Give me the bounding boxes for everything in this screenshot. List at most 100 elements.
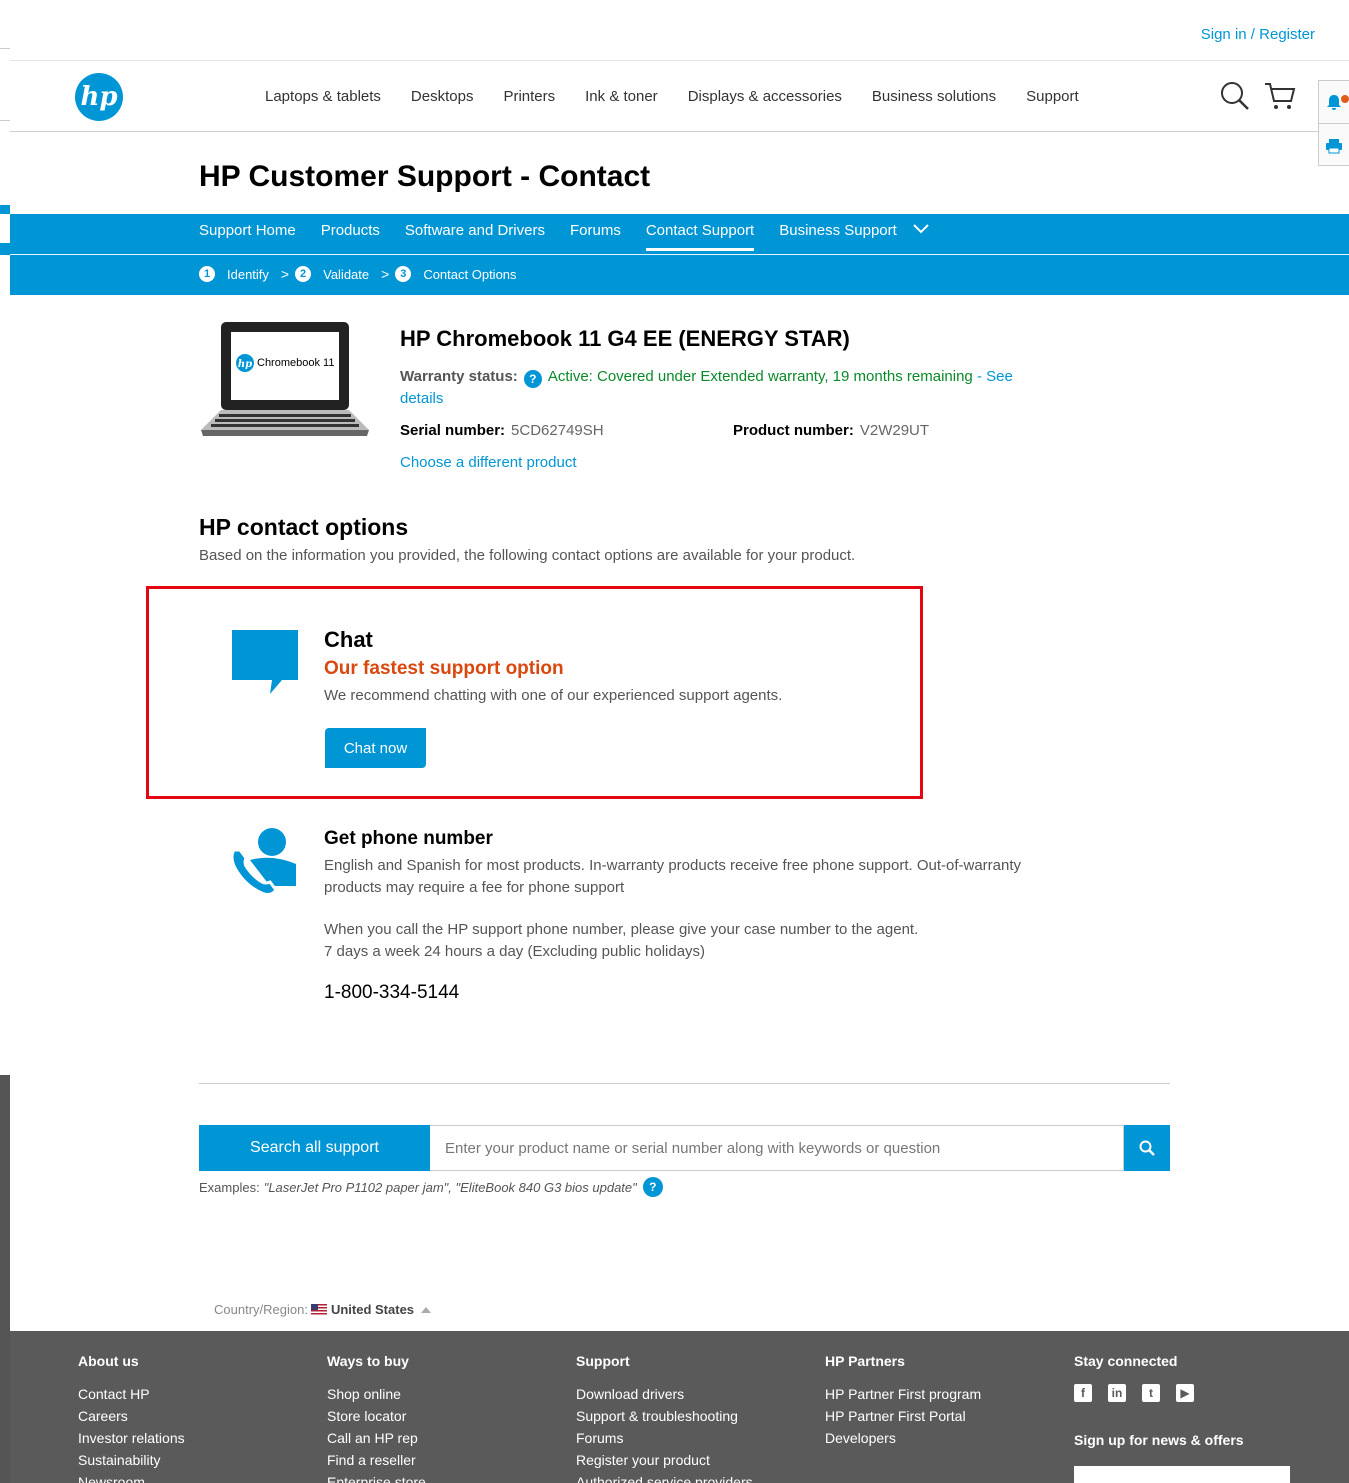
tab-contact-support[interactable]: Contact Support <box>645 222 755 251</box>
warranty-label: Warranty status: <box>400 368 518 385</box>
nav-business-solutions[interactable]: Business solutions <box>872 88 996 105</box>
register-link[interactable]: Register <box>1259 26 1315 43</box>
footer-col-title: Support <box>576 1353 630 1369</box>
chat-tagline: Our fastest support option <box>324 658 564 679</box>
chevron-right-icon: > <box>381 266 390 282</box>
left-edge-mark <box>0 120 10 121</box>
product-image: hp Chromebook 11 <box>199 320 371 438</box>
footer-col-support: Support Download drivers Support & troub… <box>576 1353 753 1483</box>
step-identify[interactable]: Identify <box>227 267 269 282</box>
footer-link[interactable]: Investor relations <box>78 1430 185 1446</box>
phone-call-line-2: 7 days a week 24 hours a day (Excluding … <box>324 943 706 960</box>
choose-different-product-link[interactable]: Choose a different product <box>400 454 577 471</box>
hp-logo[interactable]: hp <box>75 73 123 121</box>
main-nav: Laptops & tablets Desktops Printers Ink … <box>265 88 1079 105</box>
footer-link[interactable]: Enterprise store <box>327 1474 426 1483</box>
help-icon[interactable]: ? <box>642 1177 663 1197</box>
twitter-icon[interactable]: t <box>1142 1384 1160 1402</box>
sign-in-link[interactable]: Sign in <box>1201 26 1247 43</box>
help-icon[interactable]: ? <box>523 370 542 388</box>
header-icons <box>1220 81 1296 116</box>
chevron-right-icon: > <box>280 266 290 282</box>
chevron-down-icon <box>913 224 929 234</box>
footer-col-title: About us <box>78 1353 139 1369</box>
footer-link[interactable]: Register your product <box>576 1452 753 1468</box>
social-links: f in t ▶ <box>1074 1384 1290 1402</box>
country-selector[interactable]: Country/Region: United States <box>214 1302 432 1317</box>
notification-bell-icon[interactable] <box>1319 81 1349 124</box>
footer-col-stay-connected: Stay connected f in t ▶ Sign up for news… <box>1074 1353 1290 1483</box>
auth-links: Sign in / Register <box>1201 26 1315 43</box>
footer-link[interactable]: Forums <box>576 1430 753 1446</box>
youtube-icon[interactable]: ▶ <box>1176 1384 1194 1402</box>
tab-business-support[interactable]: Business Support <box>779 222 929 251</box>
footer-link[interactable]: Contact HP <box>78 1386 185 1402</box>
tab-forums[interactable]: Forums <box>570 222 621 251</box>
progress-steps: 1 Identify > 2 Validate > 3 Contact Opti… <box>199 266 523 282</box>
footer-link[interactable]: Call an HP rep <box>327 1430 426 1446</box>
left-edge-mark <box>0 205 10 214</box>
nav-ink-toner[interactable]: Ink & toner <box>585 88 658 105</box>
signup-label: Sign up for news & offers <box>1074 1432 1244 1448</box>
phone-call-line-1: When you call the HP support phone numbe… <box>324 921 919 938</box>
examples-text: "LaserJet Pro P1102 paper jam", "EliteBo… <box>263 1179 637 1195</box>
nav-desktops[interactable]: Desktops <box>411 88 474 105</box>
search-icon[interactable] <box>1220 81 1250 116</box>
country-label: Country/Region: <box>214 1302 308 1317</box>
caret-up-icon <box>421 1306 432 1313</box>
search-icon <box>1139 1140 1155 1156</box>
support-subnav: Support Home Products Software and Drive… <box>10 214 1349 295</box>
footer-link[interactable]: Store locator <box>327 1408 426 1424</box>
footer-link[interactable]: Developers <box>825 1430 981 1446</box>
cart-icon[interactable] <box>1264 81 1296 116</box>
main-header: hp Laptops & tablets Desktops Printers I… <box>10 60 1349 132</box>
product-number-value: V2W29UT <box>859 422 930 439</box>
notification-badge <box>1341 95 1349 103</box>
step-validate[interactable]: Validate <box>323 267 369 282</box>
footer-col-ways-to-buy: Ways to buy Shop online Store locator Ca… <box>327 1353 426 1483</box>
footer-link[interactable]: Download drivers <box>576 1386 753 1402</box>
phone-number: 1-800-334-5144 <box>324 982 460 1003</box>
phone-agent-icon <box>230 826 300 903</box>
auth-separator: / <box>1246 26 1260 43</box>
search-submit-button[interactable] <box>1124 1125 1170 1171</box>
chat-title: Chat <box>324 627 373 652</box>
linkedin-icon[interactable]: in <box>1108 1384 1126 1402</box>
search-all-support-label: Search all support <box>199 1125 430 1171</box>
serial-value: 5CD62749SH <box>511 422 604 439</box>
tab-software-drivers[interactable]: Software and Drivers <box>405 222 545 251</box>
product-name: HP Chromebook 11 G4 EE (ENERGY STAR) <box>400 326 850 351</box>
footer-link[interactable]: HP Partner First Portal <box>825 1408 981 1424</box>
signup-email-input[interactable] <box>1074 1466 1290 1483</box>
footer-link[interactable]: Support & troubleshooting <box>576 1408 753 1424</box>
product-summary: hp Chromebook 11 HP Chromebook 11 G4 EE … <box>199 320 1079 480</box>
footer-link[interactable]: Newsroom <box>78 1474 185 1483</box>
serial-number: Serial number: 5CD62749SH <box>400 422 733 439</box>
printer-icon[interactable] <box>1319 124 1349 167</box>
side-widget <box>1318 80 1349 166</box>
left-edge-strip <box>0 1075 10 1483</box>
facebook-icon[interactable]: f <box>1074 1384 1092 1402</box>
nav-support[interactable]: Support <box>1026 88 1079 105</box>
footer-link[interactable]: Find a reseller <box>327 1452 426 1468</box>
tab-products[interactable]: Products <box>321 222 380 251</box>
support-search-input[interactable] <box>430 1125 1124 1171</box>
contact-options-subtitle: Based on the information you provided, t… <box>199 547 856 564</box>
chat-now-button[interactable]: Chat now <box>325 728 426 768</box>
footer-link[interactable]: Careers <box>78 1408 185 1424</box>
subnav-divider <box>10 254 1349 255</box>
footer-link[interactable]: Authorized service providers <box>576 1474 753 1483</box>
nav-laptops-tablets[interactable]: Laptops & tablets <box>265 88 381 105</box>
footer-link[interactable]: Sustainability <box>78 1452 185 1468</box>
footer-col-partners: HP Partners HP Partner First program HP … <box>825 1353 981 1452</box>
footer-link[interactable]: HP Partner First program <box>825 1386 981 1402</box>
nav-displays-accessories[interactable]: Displays & accessories <box>688 88 842 105</box>
search-examples: Examples: "LaserJet Pro P1102 paper jam"… <box>199 1177 669 1197</box>
warranty-value: Active: Covered under Extended warranty,… <box>547 368 973 385</box>
product-image-caption: Chromebook 11 <box>257 357 335 369</box>
phone-title: Get phone number <box>324 828 493 849</box>
footer-link[interactable]: Shop online <box>327 1386 426 1402</box>
nav-printers[interactable]: Printers <box>503 88 555 105</box>
tab-support-home[interactable]: Support Home <box>199 222 296 251</box>
product-number-label: Product number: <box>733 422 854 439</box>
